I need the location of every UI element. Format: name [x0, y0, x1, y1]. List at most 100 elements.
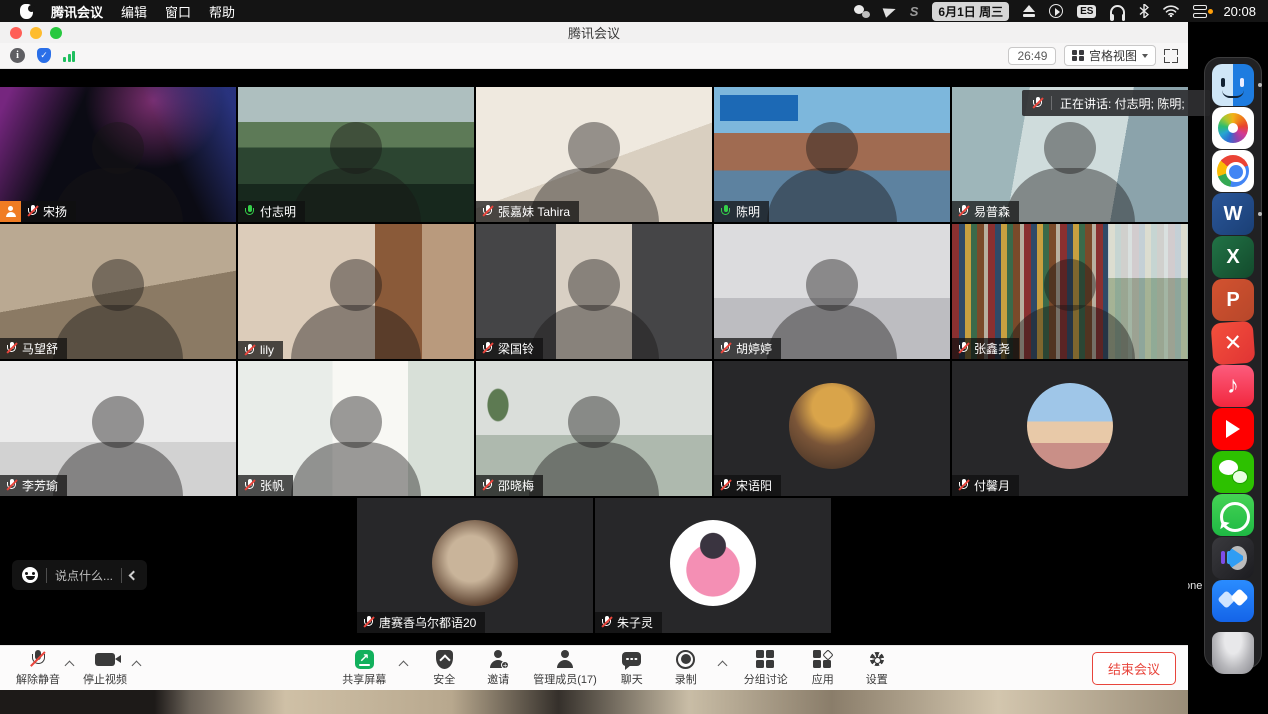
excel-dock-icon[interactable]: X [1212, 236, 1254, 278]
video-player-dock-icon[interactable] [1212, 537, 1254, 579]
record-button[interactable]: 录制 [663, 649, 709, 687]
chrome-dock-icon[interactable] [1212, 150, 1254, 192]
video-options-chevron[interactable] [132, 660, 142, 670]
whatsapp-dock-icon[interactable] [1212, 494, 1254, 536]
telegram-status-icon[interactable] [882, 4, 897, 18]
breakout-rooms-button[interactable]: 分组讨论 [740, 649, 792, 687]
record-options-chevron[interactable] [717, 660, 727, 670]
trash-dock-icon[interactable] [1212, 632, 1254, 674]
participant-tile[interactable]: 宋扬 [0, 87, 236, 222]
powerpoint-dock-icon[interactable]: P [1212, 279, 1254, 321]
participant-tile[interactable]: 朱子灵 [595, 498, 831, 633]
apple-menu-icon[interactable] [20, 4, 33, 19]
eject-icon[interactable] [1023, 5, 1035, 17]
unmute-button[interactable]: 解除静音 [12, 649, 64, 687]
window-title: 腾讯会议 [0, 23, 1188, 42]
menu-app-name[interactable]: 腾讯会议 [51, 2, 103, 21]
macos-dock: W X P ✕ ♪ [1204, 57, 1262, 669]
apps-icon [813, 650, 832, 669]
share-screen-button[interactable]: 共享屏幕 [338, 649, 390, 687]
meeting-toolbar: i ✓ 26:49 宫格视图 [0, 43, 1188, 69]
mic-muted-icon [1032, 97, 1043, 110]
youtube-dock-icon[interactable] [1212, 408, 1254, 450]
participant-tile[interactable]: 胡婷婷 [714, 224, 950, 359]
participant-tile[interactable]: 张鑫尧 [952, 224, 1188, 359]
apple-music-dock-icon[interactable]: ♪ [1212, 365, 1254, 407]
end-meeting-button[interactable]: 结束会议 [1092, 652, 1176, 685]
collapse-chevron-icon[interactable] [129, 570, 139, 580]
mic-muted-icon [482, 342, 493, 355]
security-button[interactable]: 安全 [421, 649, 467, 687]
mic-muted-icon [958, 342, 969, 355]
wechat-dock-icon[interactable] [1212, 451, 1254, 493]
mic-muted-icon [482, 479, 493, 492]
apps-button[interactable]: 应用 [800, 649, 846, 687]
host-badge-icon [0, 201, 21, 222]
emoji-icon[interactable] [22, 567, 38, 583]
share-screen-icon [355, 650, 374, 669]
tencent-meeting-dock-icon[interactable] [1212, 580, 1254, 622]
input-method-badge[interactable]: ES [1077, 5, 1096, 18]
participant-tile[interactable]: 邵晓梅 [476, 361, 712, 496]
participant-name-tag: 邵晓梅 [476, 475, 543, 496]
stop-video-button[interactable]: 停止视频 [79, 649, 131, 687]
fullscreen-button[interactable] [1164, 49, 1178, 63]
avatar [432, 520, 518, 606]
invite-button[interactable]: + 邀请 [475, 649, 521, 687]
word-dock-icon[interactable]: W [1212, 193, 1254, 235]
video-grid-area: 宋扬 付志明 張嘉妹 Tahira [0, 69, 1188, 645]
wechat-status-icon[interactable] [854, 5, 870, 18]
manage-members-button[interactable]: 管理成员(17) [529, 649, 601, 687]
invite-person-icon: + [489, 650, 507, 668]
participant-tile[interactable]: 张帆 [238, 361, 474, 496]
finder-dock-icon[interactable] [1212, 64, 1254, 106]
participant-tile[interactable]: 張嘉妹 Tahira [476, 87, 712, 222]
participant-tile[interactable]: 宋语阳 [714, 361, 950, 496]
wifi-icon[interactable] [1163, 3, 1179, 19]
grid-view-icon [1072, 50, 1084, 62]
members-icon [556, 650, 574, 668]
mic-speaking-icon [244, 205, 255, 218]
mic-muted-icon [363, 616, 374, 629]
participant-tile[interactable]: 陈明 [714, 87, 950, 222]
participant-name-tag: 付志明 [238, 201, 305, 222]
surge-status-icon[interactable]: S [910, 3, 919, 19]
chevron-down-icon [1142, 54, 1148, 58]
settings-button[interactable]: 设置 [854, 649, 900, 687]
participant-tile[interactable]: 唐赛香乌尔都语20 [357, 498, 593, 633]
participant-tile[interactable]: lily [238, 224, 474, 359]
quick-chat-pill[interactable]: 说点什么... [12, 560, 147, 590]
proxy-status-icon[interactable] [1193, 5, 1209, 18]
participant-tile[interactable]: 李芳瑜 [0, 361, 236, 496]
bluetooth-icon[interactable] [1139, 3, 1149, 19]
mic-options-chevron[interactable] [65, 660, 75, 670]
mic-muted-icon [720, 342, 731, 355]
playback-status-icon[interactable] [1049, 4, 1063, 18]
participant-name-tag: 宋语阳 [714, 475, 781, 496]
menu-window[interactable]: 窗口 [165, 2, 191, 21]
speaking-indicator: 正在讲话: 付志明; 陈明; [1022, 90, 1210, 116]
mic-muted-icon [244, 479, 255, 492]
participant-name-tag: 马望舒 [0, 338, 67, 359]
participant-tile[interactable]: 马望舒 [0, 224, 236, 359]
participant-tile[interactable]: 付志明 [238, 87, 474, 222]
meeting-protect-icon[interactable]: ✓ [37, 48, 51, 63]
participant-name-tag: 易普森 [952, 201, 1019, 222]
headphones-icon[interactable] [1110, 5, 1125, 17]
share-options-chevron[interactable] [399, 660, 409, 670]
chat-button[interactable]: 聊天 [609, 649, 655, 687]
participant-tile[interactable]: 付馨月 [952, 361, 1188, 496]
meeting-info-icon[interactable]: i [10, 48, 25, 63]
menubar-date[interactable]: 6月1日 周三 [932, 2, 1009, 21]
menu-edit[interactable]: 编辑 [121, 2, 147, 21]
photos-dock-icon[interactable] [1212, 107, 1254, 149]
menubar-clock[interactable]: 20:08 [1223, 4, 1256, 19]
participant-tile[interactable]: 梁国铃 [476, 224, 712, 359]
view-mode-dropdown[interactable]: 宫格视图 [1064, 45, 1156, 66]
xmind-dock-icon[interactable]: ✕ [1211, 321, 1256, 366]
gear-icon [867, 650, 886, 669]
network-signal-icon[interactable] [63, 50, 75, 62]
chat-input-placeholder[interactable]: 说点什么... [55, 567, 113, 584]
mic-muted-icon [6, 479, 17, 492]
menu-help[interactable]: 帮助 [209, 2, 235, 21]
